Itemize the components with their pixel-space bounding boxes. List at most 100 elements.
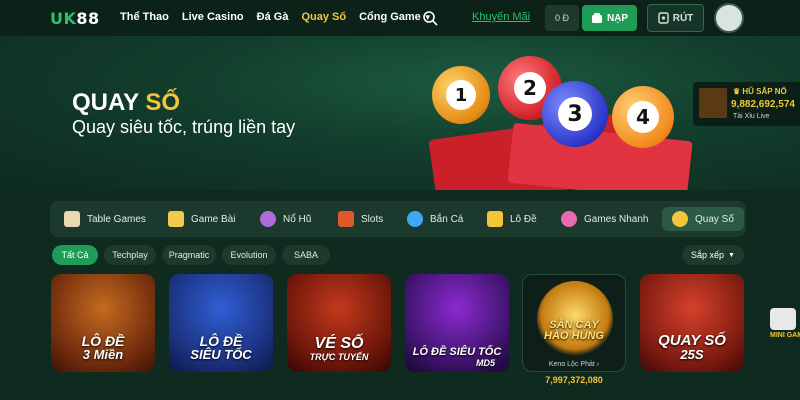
withdraw-label: RÚT xyxy=(672,12,694,24)
category-label: Games Nhanh xyxy=(584,213,649,225)
promotions-link[interactable]: Khuyến Mãi xyxy=(472,11,530,23)
game-title: LÔ ĐỀ xyxy=(81,332,125,349)
withdraw-button[interactable]: RÚT xyxy=(647,4,704,32)
category-slots[interactable]: Slots xyxy=(338,207,383,231)
balance-display: 0 Đ xyxy=(545,5,579,31)
game-title: QUAY SỐ xyxy=(658,331,726,349)
category-lo-de[interactable]: Lô Đề xyxy=(487,207,537,231)
cards-icon xyxy=(168,211,184,227)
category-no-hu[interactable]: Nổ Hũ xyxy=(260,207,311,231)
top-header: UK88 Thể Thao Live Casino Đá Gà Quay Số … xyxy=(0,0,800,36)
brand-logo[interactable]: UK88 xyxy=(50,9,100,28)
sort-dropdown[interactable]: Sắp xếp ▼ xyxy=(682,245,744,265)
game-tile-label: LÔ ĐỀ 3 Miền xyxy=(51,332,155,363)
banner-title-yellow: SỐ xyxy=(145,89,181,116)
game-title: LÔ ĐỀ SIÊU TỐC xyxy=(412,346,502,359)
keno-caption-text: Keno Lộc Phát xyxy=(548,361,595,368)
banner-subtitle: Quay siêu tốc, trúng liền tay xyxy=(72,117,296,137)
jackpot-widget[interactable]: ♛ HŨ SẮP NỔ 9,882,692,574 Tài Xỉu Live xyxy=(693,82,800,126)
mini-game-launcher[interactable]: MINI GAME xyxy=(770,308,800,348)
avatar[interactable] xyxy=(714,3,744,33)
nav-item-the-thao[interactable]: Thể Thao xyxy=(120,11,169,23)
lottery-ball-number: 2 xyxy=(514,72,546,104)
logo-part-88: 88 xyxy=(76,9,100,28)
dice-icon xyxy=(770,308,796,330)
jackpot-title-text: HŨ SẮP NỔ xyxy=(742,87,787,96)
nav-item-da-ga[interactable]: Đá Gà xyxy=(257,11,289,23)
seven-icon xyxy=(338,211,354,227)
banner-title-white: QUAY xyxy=(72,89,139,116)
rocket-icon xyxy=(561,211,577,227)
lottery-ball-number: 1 xyxy=(446,80,476,110)
lottery-ball-icon xyxy=(672,211,688,227)
category-label: Nổ Hũ xyxy=(283,213,312,225)
fish-icon xyxy=(407,211,423,227)
game-tile-keno-loc-phat[interactable]: SĂN CÁY HÀO HÙNG xyxy=(522,274,626,372)
ticket-icon xyxy=(487,211,503,227)
lottery-ball-number: 3 xyxy=(558,97,592,131)
keno-jackpot-value: 7,997,372,080 xyxy=(545,375,603,385)
dice-icon xyxy=(64,211,80,227)
lottery-ball-number: 4 xyxy=(627,101,659,133)
chevron-down-icon: ▼ xyxy=(728,251,735,259)
deposit-button[interactable]: NẠP xyxy=(582,5,637,31)
game-subtitle: MD5 xyxy=(475,357,495,368)
pot-icon xyxy=(260,211,276,227)
game-tile-quay-so-25s[interactable]: QUAY SỐ 25S xyxy=(640,274,744,372)
nav-item-quay-so[interactable]: Quay Số xyxy=(301,11,346,23)
nav-item-cong-game[interactable]: Cổng Game ▼ xyxy=(359,11,432,23)
game-subtitle: 25S xyxy=(680,347,704,363)
wallet-icon xyxy=(591,13,602,23)
filter-saba[interactable]: SABA xyxy=(282,245,330,265)
search-icon[interactable] xyxy=(422,10,438,26)
game-tile-label: LÔ ĐỀ SIÊU TỐC MD5 xyxy=(405,346,509,368)
category-label: Game Bài xyxy=(191,213,236,225)
nav-item-cong-game-label: Cổng Game xyxy=(359,11,421,23)
game-tile-lo-de-sieu-toc-md5[interactable]: LÔ ĐỀ SIÊU TỐC MD5 xyxy=(405,274,509,372)
category-ban-ca[interactable]: Bắn Cá xyxy=(407,207,463,231)
filter-techplay[interactable]: Techplay xyxy=(104,245,156,265)
game-subtitle: SIÊU TỐC xyxy=(190,347,252,363)
category-label: Lô Đề xyxy=(510,213,537,225)
lottery-ball: 3 xyxy=(542,81,608,147)
safe-icon xyxy=(658,12,669,24)
game-subtitle: TRỰC TUYẾN xyxy=(309,351,369,362)
category-label: Slots xyxy=(361,213,384,225)
filter-evolution[interactable]: Evolution xyxy=(222,245,276,265)
game-title: VÉ SỐ xyxy=(314,334,364,352)
game-tile-label: LÔ ĐỀ SIÊU TỐC xyxy=(169,333,273,363)
game-tile-ve-so-truc-tuyen[interactable]: VÉ SỐ TRỰC TUYẾN xyxy=(287,274,391,372)
game-subtitle: HÀO HÙNG xyxy=(544,330,604,343)
category-label: Table Games xyxy=(87,213,146,225)
filter-pragmatic[interactable]: Pragmatic xyxy=(162,245,216,265)
main-nav: Thể Thao Live Casino Đá Gà Quay Số Cổng … xyxy=(120,11,432,23)
banner-title: QUAY SỐ xyxy=(72,89,180,117)
deposit-label: NẠP xyxy=(606,12,629,24)
category-label: Bắn Cá xyxy=(430,213,464,225)
category-table-games[interactable]: Table Games xyxy=(64,207,146,231)
logo-part-uk: UK xyxy=(50,9,77,28)
category-bar: Table Games Game Bài Nổ Hũ Slots Bắn Cá … xyxy=(50,201,746,237)
category-games-nhanh[interactable]: Games Nhanh xyxy=(561,207,648,231)
game-tile-label: SĂN CÁY HÀO HÙNG xyxy=(523,319,625,343)
filter-all[interactable]: Tất Cả xyxy=(52,245,98,265)
jackpot-game-thumbnail xyxy=(699,88,727,118)
mini-game-label: MINI GAME xyxy=(770,332,800,339)
game-tile-lo-de-sieu-toc[interactable]: LÔ ĐỀ SIÊU TỐC xyxy=(169,274,273,372)
hero-banner: QUAY SỐ Quay siêu tốc, trúng liền tay 1 … xyxy=(0,36,800,190)
jackpot-game-name: Tài Xỉu Live xyxy=(733,113,770,120)
nav-item-live-casino[interactable]: Live Casino xyxy=(182,11,244,23)
chevron-right-icon: › xyxy=(596,361,600,368)
lottery-ball: 4 xyxy=(612,86,674,148)
sort-label: Sắp xếp xyxy=(691,250,725,260)
crown-icon: ♛ xyxy=(733,87,741,96)
game-tile-lo-de-3-mien[interactable]: LÔ ĐỀ 3 Miền xyxy=(51,274,155,372)
category-label: Quay Số xyxy=(695,213,734,225)
keno-caption: Keno Lộc Phát › xyxy=(522,361,626,368)
game-tile-label: VÉ SỐ TRỰC TUYẾN xyxy=(287,334,391,362)
game-subtitle: 3 Miền xyxy=(82,347,124,363)
jackpot-title: ♛ HŨ SẮP NỔ xyxy=(733,87,787,96)
category-quay-so[interactable]: Quay Số xyxy=(662,207,744,231)
category-game-bai[interactable]: Game Bài xyxy=(168,207,235,231)
game-tile-label: QUAY SỐ 25S xyxy=(640,331,744,363)
